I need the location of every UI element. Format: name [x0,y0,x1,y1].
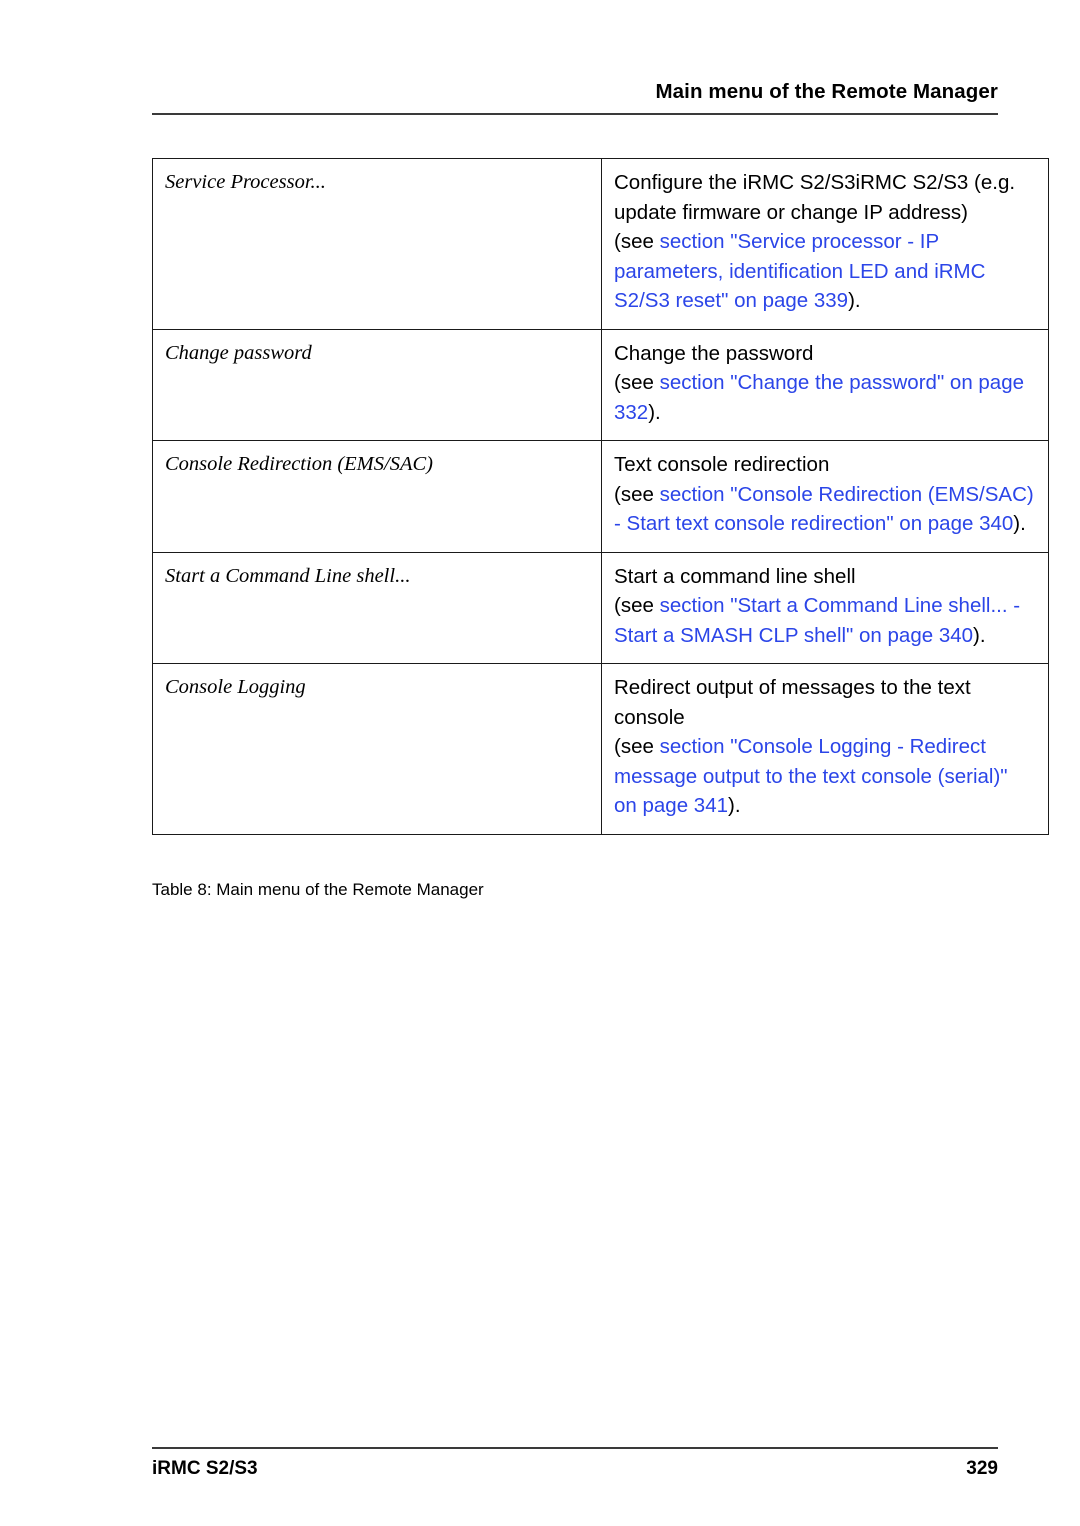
reference-suffix: ). [973,623,986,647]
description-text: Redirect output of messages to the text … [614,676,971,729]
table-cell-term: Change password [152,328,602,442]
reference-prefix: (see [614,735,660,759]
table-row: Start a Command Line shell... Start a co… [152,551,1049,665]
reference-suffix: ). [1013,512,1026,536]
menu-item-name: Change password [165,341,312,364]
cross-reference: (see section "Service processor - IP par… [614,227,1036,316]
cross-reference-link[interactable]: section "Start a Command Line shell... -… [614,594,1020,647]
table-cell-term: Console Logging [152,663,602,835]
description-text: Change the password [614,341,814,365]
document-page: Main menu of the Remote Manager Service … [0,0,1080,1526]
cross-reference: (see section "Change the password" on pa… [614,368,1036,427]
cross-reference: (see section "Start a Command Line shell… [614,591,1036,650]
cross-reference: (see section "Console Logging - Redirect… [614,732,1036,821]
footer-divider [152,1447,998,1449]
menu-item-name: Service Processor... [165,171,326,193]
reference-prefix: (see [614,371,660,395]
table-cell-description: Start a command line shell (see section … [601,551,1049,665]
table-cell-description: Text console redirection (see section "C… [601,440,1049,553]
menu-item-description: Configure the iRMC S2/S3iRMC S2/S3 (e.g.… [614,168,1036,316]
footer-document-name: iRMC S2/S3 [152,1458,258,1479]
menu-item-name: Console Logging [165,676,306,699]
page-header: Main menu of the Remote Manager [152,80,998,115]
table-cell-description: Redirect output of messages to the text … [601,663,1049,835]
cross-reference-link[interactable]: section "Console Logging - Redirect mess… [614,735,1008,817]
table-cell-term: Service Processor... [152,158,602,330]
cross-reference: (see section "Console Redirection (EMS/S… [614,480,1036,539]
description-text: Configure the iRMC S2/S3iRMC S2/S3 (e.g.… [614,171,1016,224]
menu-item-description: Redirect output of messages to the text … [614,673,1036,821]
table-row: Service Processor... Configure the iRMC … [152,158,1049,330]
reference-suffix: ). [728,794,741,818]
menu-item-description: Text console redirection (see section "C… [614,450,1036,539]
page-footer: iRMC S2/S3 329 [152,1447,998,1480]
page-title: Main menu of the Remote Manager [655,80,998,103]
main-menu-table: Service Processor... Configure the iRMC … [152,158,1049,835]
reference-prefix: (see [614,230,660,254]
reference-suffix: ). [648,400,661,424]
menu-item-description: Start a command line shell (see section … [614,562,1036,651]
reference-prefix: (see [614,482,660,506]
cross-reference-link[interactable]: section "Service processor - IP paramete… [614,230,985,312]
menu-item-name: Console Redirection (EMS/SAC) [165,453,433,476]
table-cell-description: Configure the iRMC S2/S3iRMC S2/S3 (e.g.… [601,158,1049,330]
footer-page-number: 329 [966,1458,998,1479]
table-cell-description: Change the password (see section "Change… [601,328,1049,442]
table-cell-term: Start a Command Line shell... [152,551,602,665]
table-row: Console Logging Redirect output of messa… [152,663,1049,835]
reference-prefix: (see [614,594,660,618]
table-caption: Table 8: Main menu of the Remote Manager [152,880,484,899]
description-text: Text console redirection [614,453,830,477]
menu-item-description: Change the password (see section "Change… [614,339,1036,428]
menu-item-name: Start a Command Line shell... [165,564,411,587]
description-text: Start a command line shell [614,564,856,588]
reference-suffix: ). [848,289,861,313]
table-row: Console Redirection (EMS/SAC) Text conso… [152,440,1049,553]
table-row: Change password Change the password (see… [152,328,1049,442]
table-cell-term: Console Redirection (EMS/SAC) [152,440,602,553]
cross-reference-link[interactable]: section "Change the password" on page 33… [614,371,1024,424]
footer-row: iRMC S2/S3 329 [152,1458,998,1480]
cross-reference-link[interactable]: section "Console Redirection (EMS/SAC) -… [614,483,1034,536]
header-divider [152,112,998,115]
